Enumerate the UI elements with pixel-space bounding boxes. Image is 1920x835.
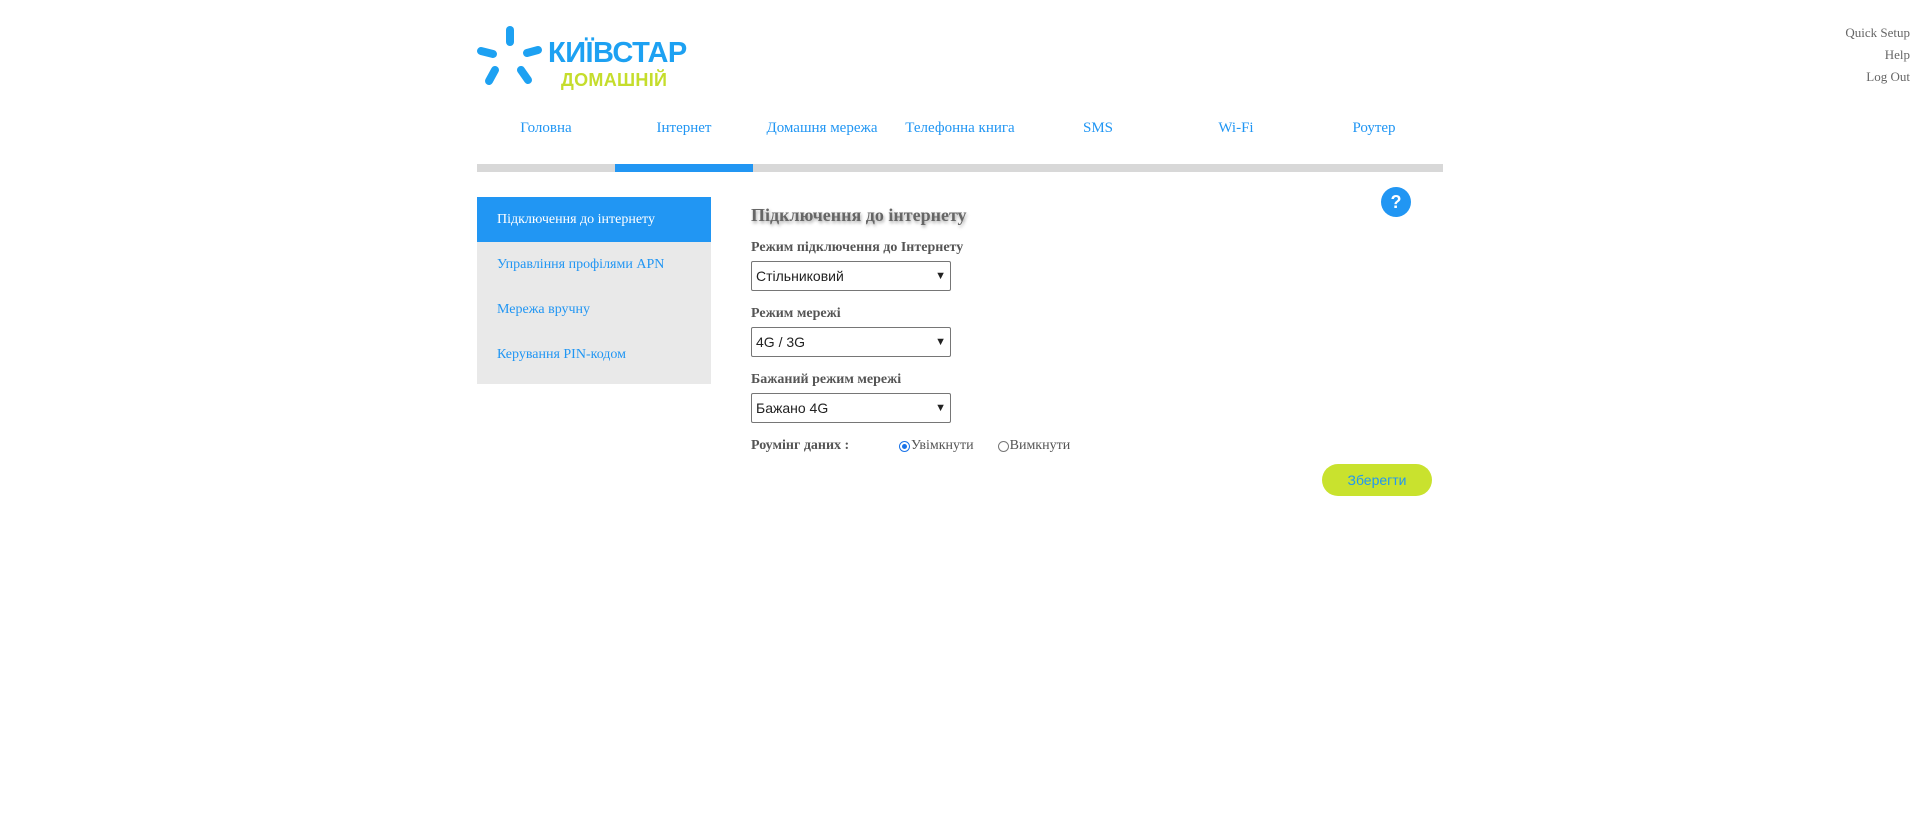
chevron-down-icon: ▼ — [935, 270, 946, 282]
nav-item-phonebook[interactable]: Телефонна книга — [891, 117, 1029, 165]
help-link[interactable]: Help — [1845, 44, 1910, 66]
connection-mode-select[interactable]: Стільниковий ▼ — [751, 261, 951, 291]
roaming-off-radio[interactable] — [997, 440, 1009, 452]
nav-item-internet[interactable]: Інтернет — [615, 117, 753, 165]
chevron-down-icon: ▼ — [935, 402, 946, 414]
network-mode-select[interactable]: 4G / 3G ▼ — [751, 327, 951, 357]
network-mode-value: 4G / 3G — [756, 334, 806, 350]
sidebar-item-internet-connection[interactable]: Підключення до інтернету — [477, 197, 711, 242]
save-button[interactable]: Зберегти — [1322, 464, 1432, 496]
nav-indicator-track — [477, 164, 1443, 172]
preferred-mode-select[interactable]: Бажано 4G ▼ — [751, 393, 951, 423]
sidebar: Підключення до інтернету Управління проф… — [477, 197, 711, 384]
sidebar-item-pin-management[interactable]: Керування PIN-кодом — [477, 332, 711, 377]
preferred-mode-label: Бажаний режим мережі — [751, 372, 902, 387]
nav-item-home[interactable]: Головна — [477, 117, 615, 165]
data-roaming-row: Роумінг даних : Увімкнути Вимкнути — [751, 438, 1431, 454]
data-roaming-label: Роумінг даних : — [751, 438, 850, 453]
kyivstar-logo: КИЇВСТАР ДОМАШНІЙ — [476, 24, 687, 94]
connection-mode-label: Режим підключення до Інтернету — [751, 240, 964, 255]
logo-brand-text: КИЇВСТАР — [548, 37, 687, 69]
log-out-link[interactable]: Log Out — [1845, 66, 1910, 88]
star-burst-icon — [477, 26, 542, 85]
router-admin-page: Quick Setup Help Log Out КИЇВСТАР ДОМАШН… — [0, 0, 1920, 835]
nav-item-sms[interactable]: SMS — [1029, 117, 1167, 165]
nav-item-router[interactable]: Роутер — [1305, 117, 1443, 165]
page-title: Підключення до інтернету — [751, 205, 967, 225]
sidebar-item-apn-profiles[interactable]: Управління профілями APN — [477, 242, 711, 287]
sidebar-item-manual-network[interactable]: Мережа вручну — [477, 287, 711, 332]
network-mode-label: Режим мережі — [751, 306, 841, 321]
connection-mode-value: Стільниковий — [756, 268, 844, 284]
nav-active-indicator — [615, 164, 753, 172]
top-links: Quick Setup Help Log Out — [1845, 22, 1910, 88]
main-content: Підключення до інтернету Режим підключен… — [751, 205, 1431, 454]
quick-setup-link[interactable]: Quick Setup — [1845, 22, 1910, 44]
roaming-off-label[interactable]: Вимкнути — [1010, 438, 1071, 454]
nav-item-home-network[interactable]: Домашня мережа — [753, 117, 891, 165]
nav-item-wifi[interactable]: Wi-Fi — [1167, 117, 1305, 165]
chevron-down-icon: ▼ — [935, 336, 946, 348]
logo-sub-text: ДОМАШНІЙ — [561, 70, 668, 90]
main-nav: Головна Інтернет Домашня мережа Телефонн… — [477, 117, 1443, 172]
preferred-mode-value: Бажано 4G — [756, 400, 829, 416]
roaming-on-label[interactable]: Увімкнути — [911, 438, 974, 454]
roaming-on-radio[interactable] — [899, 440, 910, 452]
